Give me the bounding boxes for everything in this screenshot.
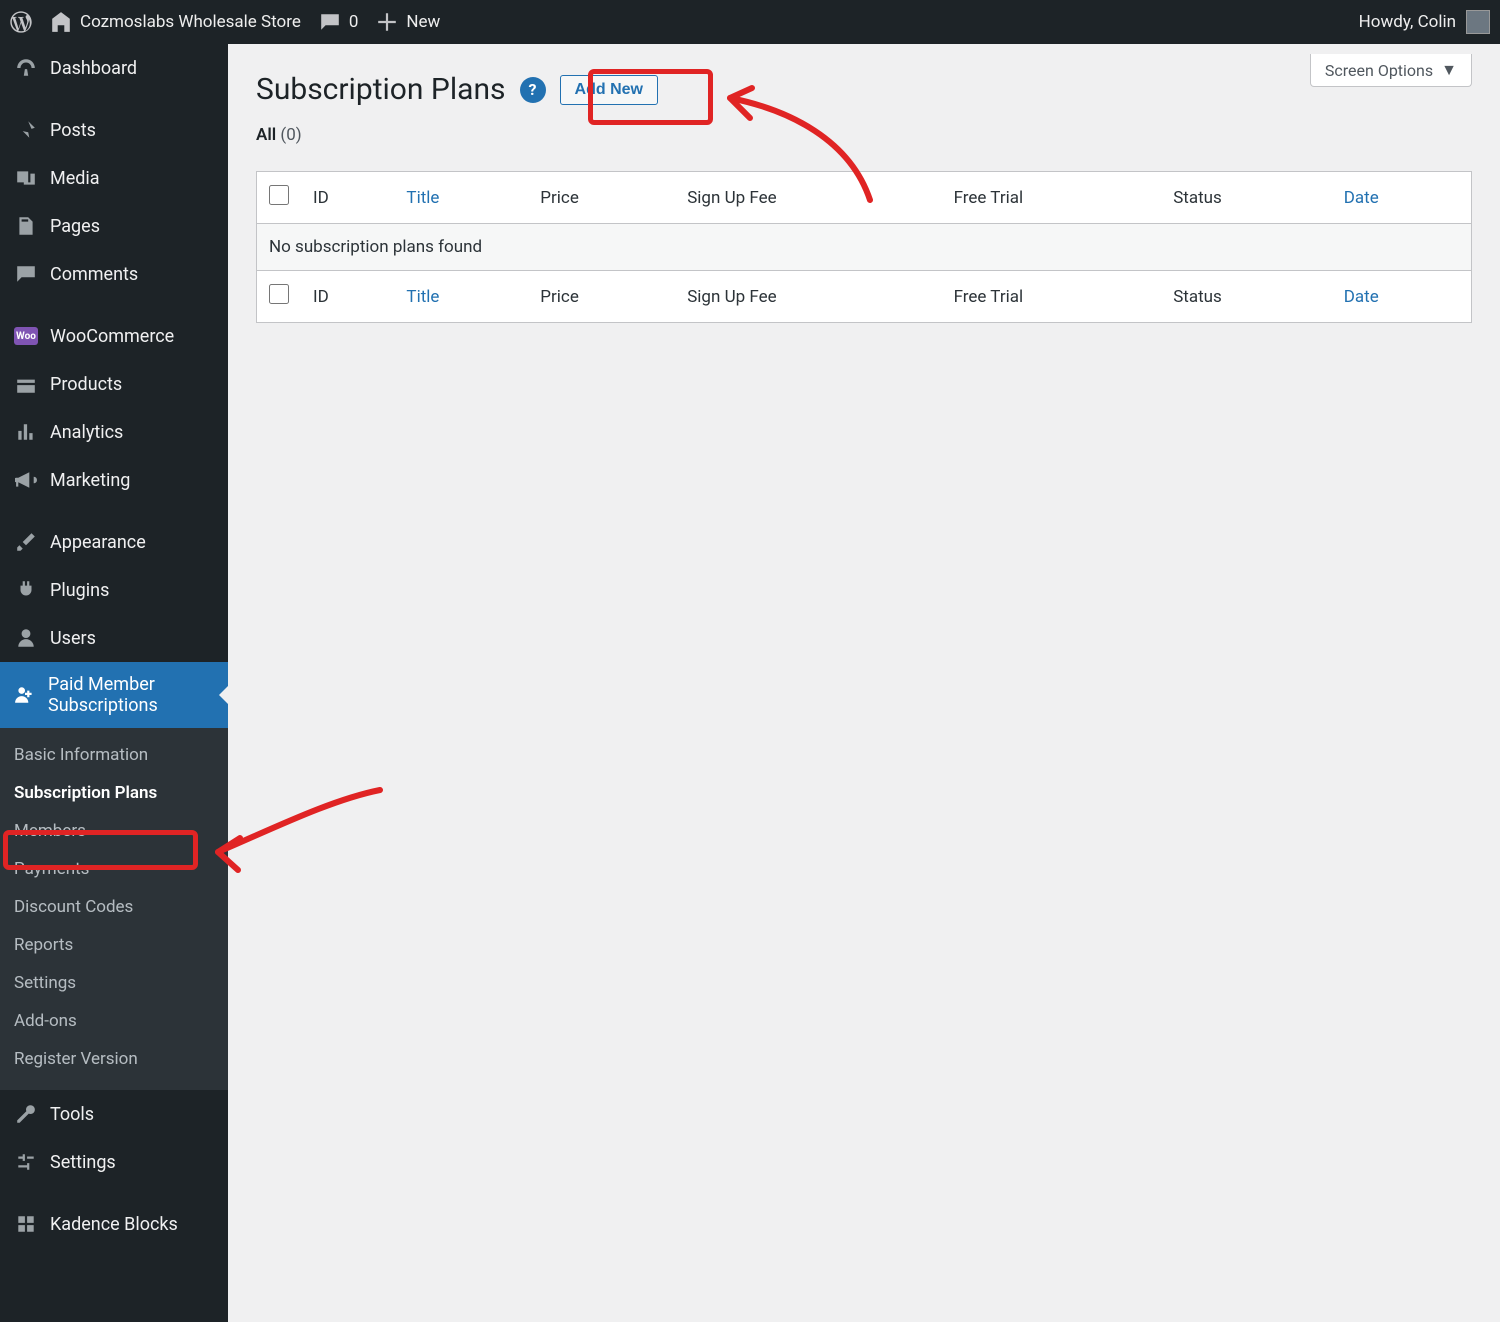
menu-appearance[interactable]: Appearance [0,518,228,566]
submenu-basic-information[interactable]: Basic Information [0,736,228,774]
col-status: Status [1161,172,1332,224]
content-wrap: Screen Options ▼ Subscription Plans ? Ad… [228,44,1500,1322]
account-link[interactable]: Howdy, Colin [1359,10,1490,34]
wrench-icon [14,1102,38,1126]
menu-media[interactable]: Media [0,154,228,202]
col-price: Price [528,172,675,224]
comment-icon [14,262,38,286]
pms-icon [14,683,36,707]
col-trial: Free Trial [942,172,1162,224]
submenu-discount-codes[interactable]: Discount Codes [0,888,228,926]
submenu-add-ons[interactable]: Add-ons [0,1002,228,1040]
col-date[interactable]: Date [1332,172,1472,224]
new-label: New [406,12,440,32]
help-icon[interactable]: ? [520,77,546,103]
filter-all[interactable]: All [256,125,276,145]
submenu-payments[interactable]: Payments [0,850,228,888]
caret-down-icon: ▼ [1441,60,1457,80]
col-id: ID [301,172,394,224]
list-filter: All (0) [256,125,1472,145]
media-icon [14,166,38,190]
menu-users[interactable]: Users [0,614,228,662]
plans-table: ID Title Price Sign Up Fee Free Trial St… [256,171,1472,323]
menu-marketing[interactable]: Marketing [0,456,228,504]
add-new-button[interactable]: Add New [560,75,658,105]
menu-woocommerce[interactable]: Woo WooCommerce [0,312,228,360]
menu-tools[interactable]: Tools [0,1090,228,1138]
menu-plugins[interactable]: Plugins [0,566,228,614]
screen-options-toggle[interactable]: Screen Options ▼ [1310,54,1472,87]
submenu-settings[interactable]: Settings [0,964,228,1002]
menu-posts[interactable]: Posts [0,106,228,154]
col-signup: Sign Up Fee [675,172,941,224]
pin-icon [14,118,38,142]
no-items-row: No subscription plans found [257,224,1472,271]
analytics-icon [14,420,38,444]
new-content-link[interactable]: New [376,11,440,33]
select-all-top[interactable] [269,185,289,205]
col-title[interactable]: Title [394,172,528,224]
plug-icon [14,578,38,602]
products-icon [14,372,38,396]
filter-count: (0) [280,125,301,145]
avatar [1466,10,1490,34]
pages-icon [14,214,38,238]
menu-settings[interactable]: Settings [0,1138,228,1186]
woocommerce-icon: Woo [14,324,38,348]
menu-dashboard[interactable]: Dashboard [0,44,228,92]
no-items-text: No subscription plans found [257,224,1472,271]
comments-link[interactable]: 0 [319,11,359,33]
sliders-icon [14,1150,38,1174]
site-name: Cozmoslabs Wholesale Store [80,12,301,32]
submenu-members[interactable]: Members [0,812,228,850]
brush-icon [14,530,38,554]
site-name-link[interactable]: Cozmoslabs Wholesale Store [50,11,301,33]
menu-paid-member-subscriptions[interactable]: Paid Member Subscriptions [0,662,228,728]
menu-comments[interactable]: Comments [0,250,228,298]
kadence-icon [14,1212,38,1236]
submenu-subscription-plans[interactable]: Subscription Plans [0,774,228,812]
user-icon [14,626,38,650]
menu-pages[interactable]: Pages [0,202,228,250]
menu-analytics[interactable]: Analytics [0,408,228,456]
comments-count: 0 [349,12,359,32]
menu-products[interactable]: Products [0,360,228,408]
page-title: Subscription Plans [256,72,506,107]
submenu-register-version[interactable]: Register Version [0,1040,228,1078]
submenu-reports[interactable]: Reports [0,926,228,964]
pms-submenu: Basic Information Subscription Plans Mem… [0,728,228,1090]
select-all-bottom[interactable] [269,284,289,304]
dashboard-icon [14,56,38,80]
menu-kadence-blocks[interactable]: Kadence Blocks [0,1200,228,1248]
megaphone-icon [14,468,38,492]
wp-logo[interactable] [10,11,32,33]
admin-toolbar: Cozmoslabs Wholesale Store 0 New Howdy, … [0,0,1500,44]
howdy-text: Howdy, Colin [1359,12,1456,32]
admin-menu: Dashboard Posts Media Pages Comments Woo… [0,44,228,1322]
